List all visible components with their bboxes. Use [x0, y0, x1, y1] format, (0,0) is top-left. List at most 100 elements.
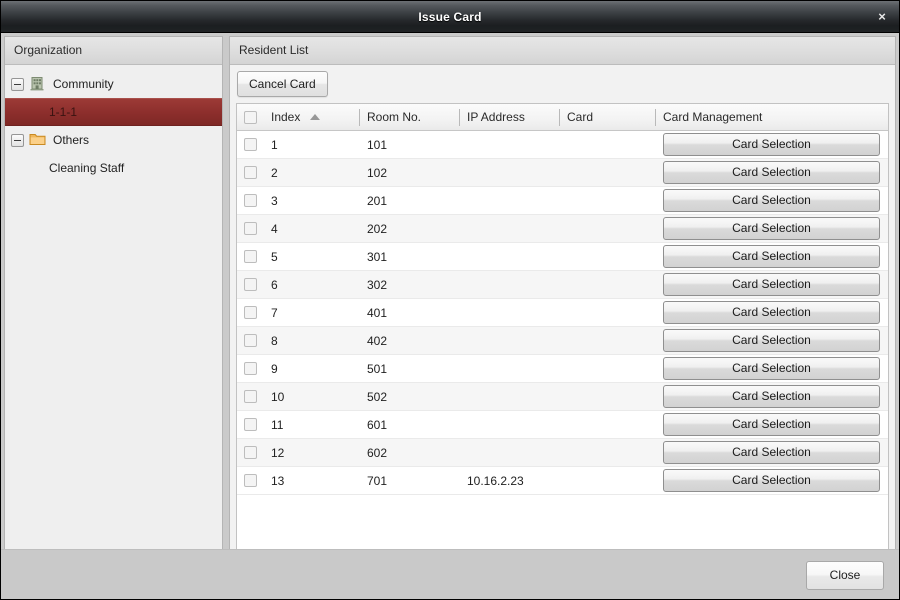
tree-collapse-toggle[interactable] [11, 133, 24, 147]
column-header-room[interactable]: Room No. [359, 104, 459, 131]
cell-ip [459, 355, 559, 383]
table-body: 1 101 Card Selection 2 102 Card Selection 3 201… [237, 131, 888, 570]
cancel-card-button[interactable]: Cancel Card [237, 71, 328, 97]
row-checkbox[interactable] [244, 194, 257, 207]
tree-item-community[interactable]: Community [5, 70, 222, 98]
table-row[interactable]: 10 502 Card Selection [237, 383, 888, 411]
cell-room: 102 [359, 159, 459, 187]
cell-index: 13 [263, 467, 359, 495]
row-checkbox[interactable] [244, 362, 257, 375]
card-selection-button[interactable]: Card Selection [663, 161, 880, 184]
card-selection-button[interactable]: Card Selection [663, 301, 880, 324]
cell-index-value: 11 [271, 417, 284, 432]
table-row[interactable]: 13 701 10.16.2.23 Card Selection [237, 467, 888, 495]
card-selection-button[interactable]: Card Selection [663, 133, 880, 156]
select-all-checkbox[interactable] [244, 110, 257, 124]
table-row[interactable]: 3 201 Card Selection [237, 187, 888, 215]
column-header-index[interactable]: Index [263, 104, 359, 131]
close-icon[interactable]: × [873, 8, 891, 26]
organization-tree[interactable]: Community 1-1-1 Others Cleaning Staff [5, 65, 222, 577]
cell-mgmt: Card Selection [655, 131, 888, 159]
table-row[interactable]: 1 101 Card Selection [237, 131, 888, 159]
resident-table: Index Room No. IP Address Card Card Manageme… [236, 103, 889, 571]
table-row[interactable]: 7 401 Card Selection [237, 299, 888, 327]
card-selection-button[interactable]: Card Selection [663, 273, 880, 296]
cell-index: 3 [263, 187, 359, 215]
tree-item-1-1-1[interactable]: 1-1-1 [5, 98, 222, 126]
tree-item-label: Community [53, 77, 114, 91]
cell-card [559, 411, 655, 439]
table-row[interactable]: 4 202 Card Selection [237, 215, 888, 243]
card-selection-button[interactable]: Card Selection [663, 245, 880, 268]
table-row[interactable]: 12 602 Card Selection [237, 439, 888, 467]
cell-room-value: 101 [367, 137, 388, 152]
row-checkbox[interactable] [244, 166, 257, 179]
cell-room: 402 [359, 327, 459, 355]
cell-index-value: 7 [271, 305, 278, 320]
cell-ip [459, 439, 559, 467]
cell-room: 502 [359, 383, 459, 411]
row-checkbox[interactable] [244, 446, 257, 459]
building-icon [29, 76, 47, 92]
row-checkbox[interactable] [244, 278, 257, 291]
column-header-mgmt[interactable]: Card Management [655, 104, 888, 131]
cell-card [559, 355, 655, 383]
tree-item-others[interactable]: Others [5, 126, 222, 154]
column-header-card[interactable]: Card [559, 104, 655, 131]
cell-room: 202 [359, 215, 459, 243]
row-checkbox[interactable] [244, 250, 257, 263]
sort-ascending-icon[interactable] [310, 114, 321, 120]
cell-mgmt: Card Selection [655, 327, 888, 355]
card-selection-button[interactable]: Card Selection [663, 189, 880, 212]
card-selection-button[interactable]: Card Selection [663, 385, 880, 408]
cell-card [559, 187, 655, 215]
table-row[interactable]: 8 402 Card Selection [237, 327, 888, 355]
close-button[interactable]: Close [806, 561, 884, 590]
title-bar: Issue Card × [1, 1, 899, 33]
row-checkbox[interactable] [244, 306, 257, 319]
row-checkbox[interactable] [244, 138, 257, 151]
card-selection-button[interactable]: Card Selection [663, 469, 880, 492]
card-selection-button[interactable]: Card Selection [663, 329, 880, 352]
cell-room: 301 [359, 243, 459, 271]
row-select-cell [237, 383, 263, 411]
cell-card [559, 439, 655, 467]
tree-collapse-toggle[interactable] [11, 77, 24, 91]
card-selection-button[interactable]: Card Selection [663, 441, 880, 464]
row-checkbox[interactable] [244, 418, 257, 431]
card-selection-button[interactable]: Card Selection [663, 413, 880, 436]
cell-index-value: 10 [271, 389, 285, 404]
table-row[interactable]: 2 102 Card Selection [237, 159, 888, 187]
column-header-label: Index [271, 110, 301, 124]
cell-mgmt: Card Selection [655, 299, 888, 327]
cell-index-value: 12 [271, 445, 285, 460]
cell-index: 10 [263, 383, 359, 411]
cell-room: 401 [359, 299, 459, 327]
card-selection-button[interactable]: Card Selection [663, 217, 880, 240]
row-checkbox[interactable] [244, 390, 257, 403]
card-selection-button[interactable]: Card Selection [663, 357, 880, 380]
row-select-cell [237, 411, 263, 439]
row-select-cell [237, 271, 263, 299]
cell-mgmt: Card Selection [655, 159, 888, 187]
row-checkbox[interactable] [244, 334, 257, 347]
table-row[interactable]: 11 601 Card Selection [237, 411, 888, 439]
cell-index: 7 [263, 299, 359, 327]
row-checkbox[interactable] [244, 474, 257, 487]
row-select-cell [237, 467, 263, 495]
cell-room: 201 [359, 187, 459, 215]
resident-toolbar: Cancel Card [230, 65, 895, 103]
cell-ip-value: 10.16.2.23 [467, 473, 524, 488]
tree-item-cleaning-staff[interactable]: Cleaning Staff [5, 154, 222, 182]
dialog-footer: Close [1, 549, 899, 599]
cell-index: 4 [263, 215, 359, 243]
cell-ip [459, 159, 559, 187]
resident-list-panel-title: Resident List [230, 37, 895, 65]
row-checkbox[interactable] [244, 222, 257, 235]
column-divider [459, 108, 460, 126]
table-row[interactable]: 9 501 Card Selection [237, 355, 888, 383]
table-row[interactable]: 5 301 Card Selection [237, 243, 888, 271]
cell-index-value: 1 [271, 137, 278, 152]
table-row[interactable]: 6 302 Card Selection [237, 271, 888, 299]
column-header-ip[interactable]: IP Address [459, 104, 559, 131]
